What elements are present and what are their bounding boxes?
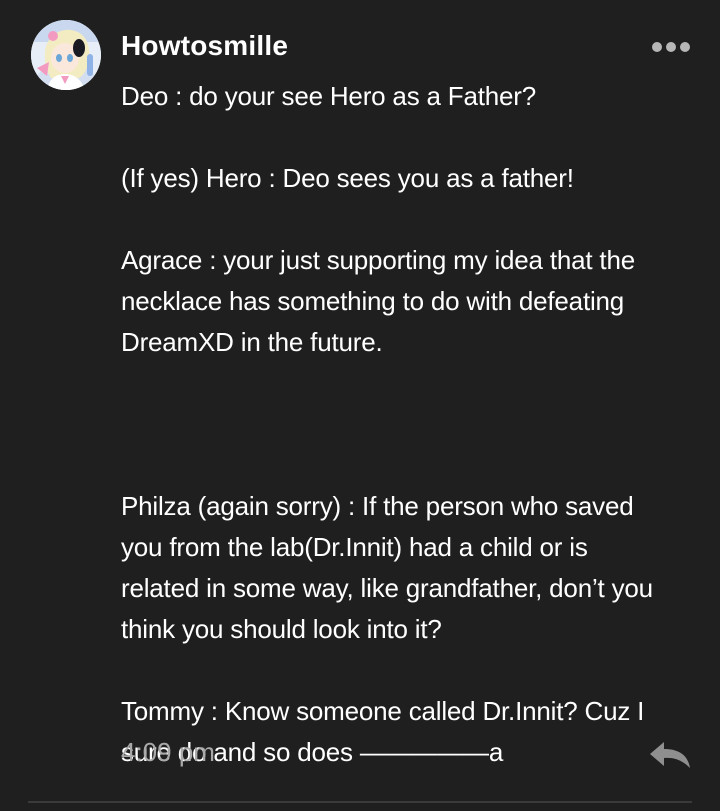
avatar[interactable] [31, 20, 101, 90]
more-horizontal-icon [680, 42, 690, 52]
comment-line: you from the lab(Dr.Innit) had a child o… [121, 532, 588, 562]
more-horizontal-icon [666, 42, 676, 52]
more-options-button[interactable] [646, 36, 696, 58]
comment-line: Philza (again sorry) : If the person who… [121, 491, 634, 521]
comment-line: related in some way, like grandfather, d… [121, 573, 653, 603]
username[interactable]: Howtosmille [121, 30, 288, 62]
reply-button[interactable] [648, 738, 692, 770]
reply-icon [650, 742, 690, 768]
comment-line: Tommy : Know someone called Dr.Innit? Cu… [121, 696, 645, 726]
timestamp: 4:09 pm [121, 737, 215, 767]
comment-line: Deo : do your see Hero as a Father? [121, 81, 537, 111]
comment-line: think you should look into it? [121, 614, 442, 644]
divider [28, 801, 692, 803]
comment-card: Howtosmille Deo : do your see Hero as a … [0, 0, 720, 811]
comment-line: (If yes) Hero : Deo sees you as a father… [121, 163, 574, 193]
avatar-image [31, 20, 101, 90]
comment-line: necklace has something to do with defeat… [121, 286, 625, 316]
comment-body: Deo : do your see Hero as a Father? (If … [121, 76, 706, 773]
comment-line: Agrace : your just supporting my idea th… [121, 245, 635, 275]
more-horizontal-icon [652, 42, 662, 52]
comment-line: DreamXD in the future. [121, 327, 383, 357]
